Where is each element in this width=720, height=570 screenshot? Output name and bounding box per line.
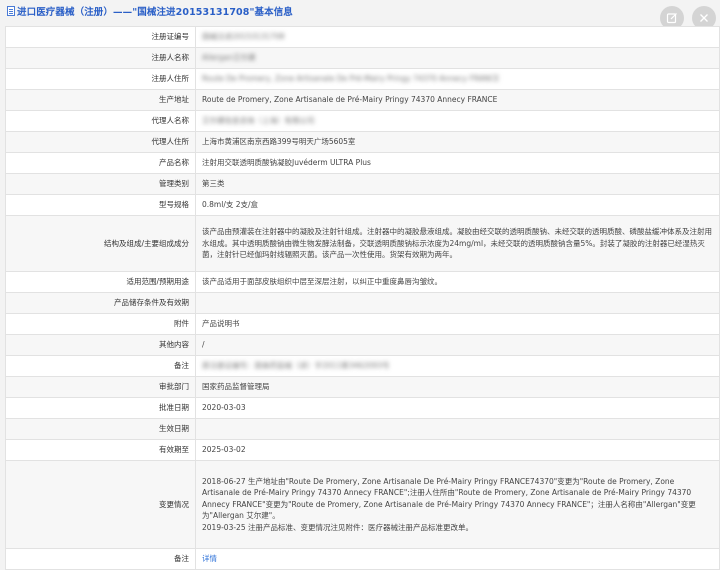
- row-value: 国家药品监督管理局: [195, 376, 720, 398]
- row-value-text: Route de Promery, Zone Artisanale de Pré…: [202, 95, 498, 105]
- row-label: 批准日期: [5, 397, 196, 419]
- table-row: 注册证编号 国械注进20153131708: [5, 26, 720, 48]
- row-value-text: 第三类: [202, 179, 225, 189]
- document-icon: [7, 6, 15, 16]
- row-value: 2025-03-02: [195, 439, 720, 461]
- row-value-text: 艾尔建信息咨询（上海）有限公司: [202, 116, 315, 126]
- row-value-text: 该产品由预灌装在注射器中的凝胶及注射针组成。注射器中的凝胶悬液组成。凝胶由经交联…: [202, 227, 712, 260]
- row-value: [195, 418, 720, 440]
- row-label: 产品名称: [5, 152, 196, 174]
- table-row: 注册人住所 Route De Promery, Zone Artisanale D…: [5, 68, 720, 90]
- row-value-text: 2018-06-27 生产地址由"Route De Promery, Zone …: [202, 476, 696, 532]
- row-value-text: 2020-03-03: [202, 403, 246, 413]
- row-value: 产品说明书: [195, 313, 720, 335]
- row-label: 产品储存条件及有效期: [5, 292, 196, 314]
- row-value: 0.8ml/支 2支/盒: [195, 194, 720, 216]
- row-value: /: [195, 334, 720, 356]
- table-row: 生效日期: [5, 418, 720, 440]
- table-row: 代理人住所 上海市黄浦区南京西路399号明天广场5605室: [5, 131, 720, 153]
- table-row: 备注 原注册证编号：国食药监械（进）字2011第3462093号: [5, 355, 720, 377]
- row-label: 备注: [5, 548, 196, 570]
- row-value-text: 国家药品监督管理局: [202, 382, 270, 392]
- row-value: 第三类: [195, 173, 720, 195]
- table-row: 结构及组成/主要组成成分 该产品由预灌装在注射器中的凝胶及注射针组成。注射器中的凝…: [5, 215, 720, 272]
- row-label: 注册人名称: [5, 47, 196, 69]
- row-label: 注册人住所: [5, 68, 196, 90]
- row-value: 2018-06-27 生产地址由"Route De Promery, Zone …: [195, 460, 720, 549]
- title-bar: 进口医疗器械（注册）——"国械注进20153131708"基本信息: [0, 0, 720, 22]
- row-value[interactable]: 详情: [195, 548, 720, 570]
- info-table-container: 注册证编号 国械注进20153131708 注册人名称 Allergan艾尔建 注册人住…: [5, 26, 720, 570]
- row-label: 生产地址: [5, 89, 196, 111]
- row-label: 有效期至: [5, 439, 196, 461]
- row-value: [195, 292, 720, 314]
- row-value-text: 该产品适用于面部皮肤组织中层至深层注射，以纠正中重度鼻唇沟皱纹。: [202, 277, 442, 287]
- row-label: 注册证编号: [5, 26, 196, 48]
- row-value-text: Route De Promery, Zone Artisanale De Pré…: [202, 74, 500, 84]
- row-label: 型号规格: [5, 194, 196, 216]
- row-label: 审批部门: [5, 376, 196, 398]
- row-value: Allergan艾尔建: [195, 47, 720, 69]
- row-value-text: 2025-03-02: [202, 445, 246, 455]
- row-label: 管理类别: [5, 173, 196, 195]
- info-table: 注册证编号 国械注进20153131708 注册人名称 Allergan艾尔建 注册人住…: [5, 26, 720, 570]
- row-label: 生效日期: [5, 418, 196, 440]
- table-row: 型号规格 0.8ml/支 2支/盒: [5, 194, 720, 216]
- row-value: Route de Promery, Zone Artisanale de Pré…: [195, 89, 720, 111]
- table-row: 代理人名称 艾尔建信息咨询（上海）有限公司: [5, 110, 720, 132]
- row-value: Route De Promery, Zone Artisanale De Pré…: [195, 68, 720, 90]
- row-value: 艾尔建信息咨询（上海）有限公司: [195, 110, 720, 132]
- row-value-text: 0.8ml/支 2支/盒: [202, 200, 259, 210]
- table-row: 其他内容 /: [5, 334, 720, 356]
- table-row: 批准日期 2020-03-03: [5, 397, 720, 419]
- row-value: 2020-03-03: [195, 397, 720, 419]
- row-label: 代理人住所: [5, 131, 196, 153]
- table-row: 生产地址 Route de Promery, Zone Artisanale de…: [5, 89, 720, 111]
- row-value: 国械注进20153131708: [195, 26, 720, 48]
- row-value-text: 国械注进20153131708: [202, 32, 285, 42]
- row-value-text: Allergan艾尔建: [202, 53, 256, 63]
- row-label: 附件: [5, 313, 196, 335]
- row-value: 注射用交联透明质酸钠凝胶Juvéderm ULTRA Plus: [195, 152, 720, 174]
- page-title: 进口医疗器械（注册）——"国械注进20153131708"基本信息: [17, 7, 293, 18]
- row-label: 备注: [5, 355, 196, 377]
- table-row: 适用范围/预期用途 该产品适用于面部皮肤组织中层至深层注射，以纠正中重度鼻唇沟皱纹…: [5, 271, 720, 293]
- row-value-text: 原注册证编号：国食药监械（进）字2011第3462093号: [202, 361, 390, 371]
- table-row: 备注 详情: [5, 548, 720, 570]
- row-label: 代理人名称: [5, 110, 196, 132]
- row-value: 该产品适用于面部皮肤组织中层至深层注射，以纠正中重度鼻唇沟皱纹。: [195, 271, 720, 293]
- row-value: 原注册证编号：国食药监械（进）字2011第3462093号: [195, 355, 720, 377]
- row-value-text: 产品说明书: [202, 319, 240, 329]
- detail-link[interactable]: 详情: [202, 554, 217, 563]
- table-row: 注册人名称 Allergan艾尔建: [5, 47, 720, 69]
- row-value-text: 注射用交联透明质酸钠凝胶Juvéderm ULTRA Plus: [202, 158, 371, 168]
- row-value-text: 上海市黄浦区南京西路399号明天广场5605室: [202, 137, 356, 147]
- row-label: 变更情况: [5, 460, 196, 549]
- table-row: 有效期至 2025-03-02: [5, 439, 720, 461]
- row-value: 上海市黄浦区南京西路399号明天广场5605室: [195, 131, 720, 153]
- table-row: 管理类别 第三类: [5, 173, 720, 195]
- row-label: 结构及组成/主要组成成分: [5, 215, 196, 272]
- row-label: 适用范围/预期用途: [5, 271, 196, 293]
- row-value: 该产品由预灌装在注射器中的凝胶及注射针组成。注射器中的凝胶悬液组成。凝胶由经交联…: [195, 215, 720, 272]
- table-row: 附件 产品说明书: [5, 313, 720, 335]
- row-value-text: /: [202, 340, 205, 350]
- table-row: 产品储存条件及有效期: [5, 292, 720, 314]
- row-label: 其他内容: [5, 334, 196, 356]
- table-row: 产品名称 注射用交联透明质酸钠凝胶Juvéderm ULTRA Plus: [5, 152, 720, 174]
- table-row: 审批部门 国家药品监督管理局: [5, 376, 720, 398]
- table-row: 变更情况 2018-06-27 生产地址由"Route De Promery, Z…: [5, 460, 720, 549]
